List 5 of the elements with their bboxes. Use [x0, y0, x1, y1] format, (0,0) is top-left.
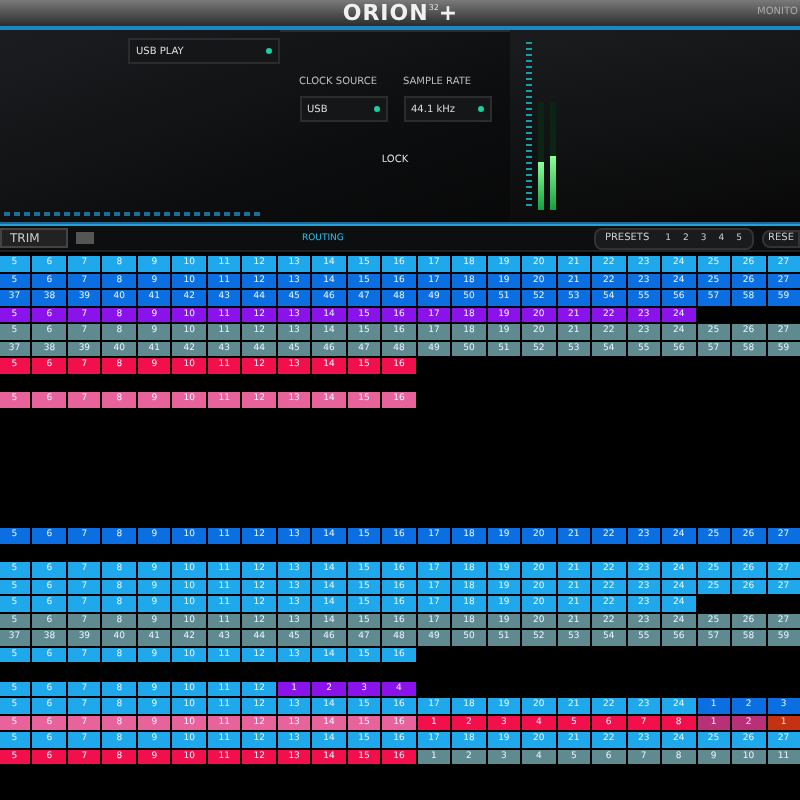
logo-plus: +: [438, 1, 458, 25]
level-meter: [550, 102, 556, 210]
logo-text: ORION: [342, 1, 429, 25]
toggle-button[interactable]: [76, 232, 94, 244]
level-meter: [538, 102, 544, 210]
